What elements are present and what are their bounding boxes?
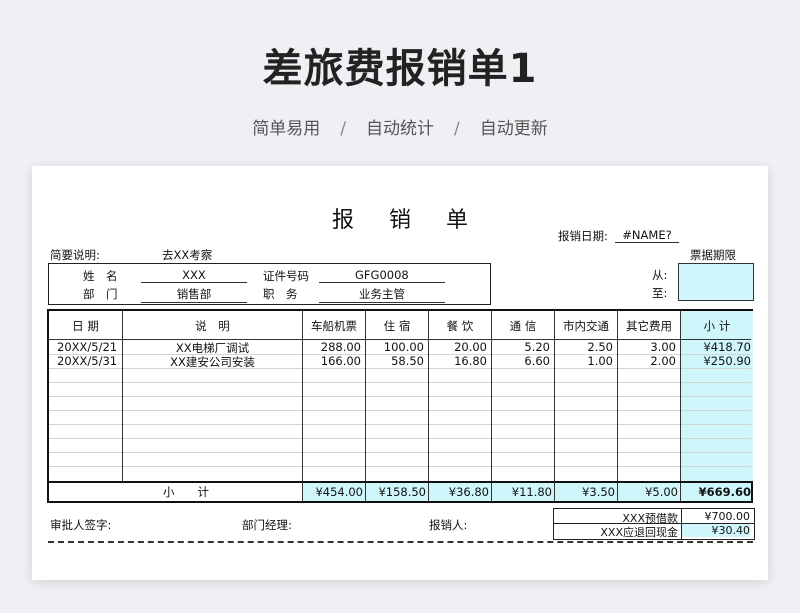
row-divider xyxy=(49,396,751,397)
row-date[interactable]: 20XX/5/21 xyxy=(57,340,117,354)
row-divider xyxy=(49,410,751,411)
row-divider xyxy=(49,424,751,425)
date-value[interactable]: #NAME? xyxy=(615,228,679,243)
total-lodging: ¥158.50 xyxy=(366,483,428,501)
row-subtotal: ¥418.70 xyxy=(703,340,751,354)
total-label: 小 计 xyxy=(163,485,209,499)
receipt-period-field[interactable] xyxy=(678,263,754,301)
row-tickets[interactable]: 288.00 xyxy=(303,340,361,354)
header-date: 日 期 xyxy=(72,319,99,333)
total-grand: ¥669.60 xyxy=(681,483,751,501)
refund-value: ¥30.40 xyxy=(682,524,750,537)
row-other[interactable]: 3.00 xyxy=(618,340,676,354)
total-meals: ¥36.80 xyxy=(429,483,491,501)
position-label: 职 务 xyxy=(263,287,298,301)
doc-title-char: 报 xyxy=(332,208,355,233)
row-date[interactable]: 20XX/5/31 xyxy=(57,354,117,368)
tag-easy: 简单易用 xyxy=(252,119,321,139)
row-divider xyxy=(49,466,751,467)
header-subtotal: 小 计 xyxy=(703,319,731,333)
summary-label: 简要说明: xyxy=(50,248,100,262)
doc-title-char: 销 xyxy=(388,208,411,233)
header-meals: 餐 饮 xyxy=(446,319,474,333)
advance-value[interactable]: ¥700.00 xyxy=(682,510,751,523)
name-value[interactable]: XXX xyxy=(141,268,247,283)
expense-table: 日 期 说 明 车船机票 住 宿 餐 饮 通 信 市内交通 其它费用 小 计 2… xyxy=(47,309,753,502)
row-communication[interactable]: 5.20 xyxy=(492,340,550,354)
total-other: ¥5.00 xyxy=(618,483,680,501)
tag-separator: / xyxy=(340,119,346,139)
date-label: 报销日期: xyxy=(558,229,608,243)
row-subtotal: ¥250.90 xyxy=(703,354,751,368)
tag-auto-stat: 自动统计 xyxy=(366,119,434,139)
name-label: 姓 名 xyxy=(83,269,118,283)
summary-value[interactable]: 去XX考察 xyxy=(122,247,490,264)
header-other: 其它费用 xyxy=(626,319,672,333)
row-lodging[interactable]: 58.50 xyxy=(366,354,424,368)
row-divider xyxy=(49,452,751,453)
to-label: 至: xyxy=(652,286,668,300)
header-tickets: 车船机票 xyxy=(311,319,357,333)
total-communication: ¥11.80 xyxy=(492,483,554,501)
header-description: 说 明 xyxy=(195,319,230,333)
claimant-label: 报销人: xyxy=(429,518,468,532)
row-lodging[interactable]: 100.00 xyxy=(366,340,424,354)
employee-info-box: 姓 名 XXX 证件号码 GFG0008 部 门 销售部 职 务 业务主管 xyxy=(48,263,491,305)
row-divider xyxy=(49,382,751,383)
row-local-transport[interactable]: 2.50 xyxy=(555,340,613,354)
cut-line xyxy=(48,541,753,543)
row-meals[interactable]: 16.80 xyxy=(429,354,487,368)
from-label: 从: xyxy=(652,268,668,282)
total-row: 小 计 ¥454.00 ¥158.50 ¥36.80 ¥11.80 ¥3.50 … xyxy=(47,481,753,503)
dept-value[interactable]: 销售部 xyxy=(141,286,247,303)
hero-subtitle: 简单易用 / 自动统计 / 自动更新 xyxy=(0,114,800,139)
doc-title: 报 销 单 xyxy=(332,202,468,234)
row-meals[interactable]: 20.00 xyxy=(429,340,487,354)
hero-title: 差旅费报销单1 xyxy=(262,46,538,92)
row-local-transport[interactable]: 1.00 xyxy=(555,354,613,368)
row-divider xyxy=(49,438,751,439)
refund-label: XXX应退回现金 xyxy=(600,526,678,539)
dept-label: 部 门 xyxy=(83,287,118,301)
total-tickets: ¥454.00 xyxy=(303,483,365,501)
receipt-period-label: 票据期限 xyxy=(690,248,736,262)
settlement-box: XXX预借款 ¥700.00 XXX应退回现金 ¥30.40 xyxy=(553,508,755,540)
header-lodging: 住 宿 xyxy=(383,319,411,333)
header-local-transport: 市内交通 xyxy=(563,319,609,333)
row-communication[interactable]: 6.60 xyxy=(492,354,550,368)
cert-value[interactable]: GFG0008 xyxy=(319,268,445,283)
row-description[interactable]: XX建安公司安装 xyxy=(123,354,302,370)
position-value[interactable]: 业务主管 xyxy=(319,286,445,303)
tag-auto-update: 自动更新 xyxy=(479,119,548,139)
cert-label: 证件号码 xyxy=(263,269,309,283)
header-communication: 通 信 xyxy=(509,319,537,333)
approver-label: 审批人签字: xyxy=(50,518,112,532)
doc-title-char: 单 xyxy=(445,208,468,233)
row-other[interactable]: 2.00 xyxy=(618,354,676,368)
tag-separator: / xyxy=(454,119,460,139)
row-tickets[interactable]: 166.00 xyxy=(303,354,361,368)
total-local-transport: ¥3.50 xyxy=(555,483,617,501)
expense-sheet: 报 销 单 报销日期: #NAME? 简要说明: 去XX考察 票据期限 姓 名 … xyxy=(32,166,768,580)
manager-label: 部门经理: xyxy=(242,518,292,532)
